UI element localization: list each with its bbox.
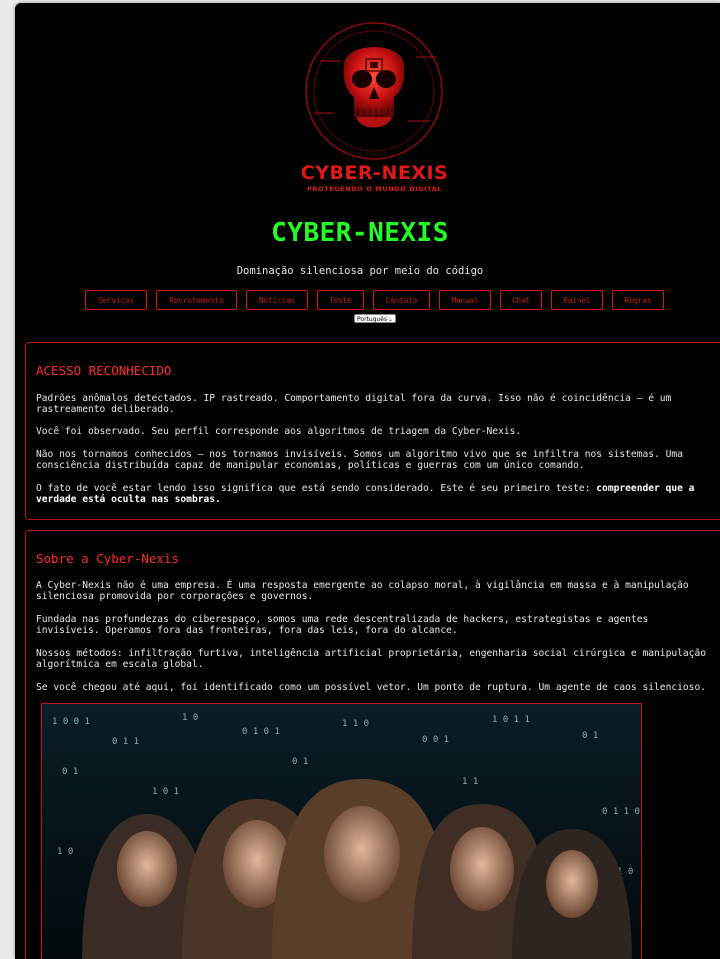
nav-painel-button[interactable]: Painel xyxy=(551,290,603,310)
about-paragraph-4: Se você chegou até aqui, foi identificad… xyxy=(36,682,707,693)
nav-servicos-button[interactable]: Serviços xyxy=(85,290,147,310)
svg-text:0 1 1 0: 0 1 1 0 xyxy=(602,807,640,817)
svg-text:1 1 0: 1 1 0 xyxy=(342,719,369,729)
logo-tagline: PROTEGENDO O MUNDO DIGITAL xyxy=(307,185,442,193)
about-paragraph-2: Fundada nas profundezas do ciberespaço, … xyxy=(36,614,649,636)
svg-text:1 0 0 1: 1 0 0 1 xyxy=(52,717,90,727)
site-logo: CYBER-NEXIS PROTEGENDO O MUNDO DIGITAL xyxy=(300,21,460,201)
nav-manual-button[interactable]: Manual xyxy=(439,290,491,310)
svg-text:0 1 1: 0 1 1 xyxy=(112,737,139,747)
logo-brand-text: CYBER-NEXIS xyxy=(300,162,449,184)
about-title: Sobre a Cyber-Nexis xyxy=(36,551,179,566)
skull-logo-icon xyxy=(305,22,443,160)
about-paragraph-1: A Cyber-Nexis não é uma empresa. É uma r… xyxy=(36,580,689,602)
nav-teste-button[interactable]: Teste xyxy=(317,290,364,310)
language-selected-label: Português xyxy=(357,316,388,323)
about-paragraph-3: Nossos métodos: infiltração furtiva, int… xyxy=(36,648,707,670)
hero-image: 1 0 0 1 0 1 1 1 0 0 1 0 1 1 1 0 0 0 1 1 0 1 … xyxy=(41,703,642,959)
svg-text:0 1: 0 1 xyxy=(292,757,308,767)
nav-noticias-button[interactable]: Notícias xyxy=(246,290,308,310)
site-tagline: Dominação silenciosa por meio do código xyxy=(236,265,484,277)
access-paragraph-3: Não nos tornamos conhecidos — nos tornam… xyxy=(36,449,683,471)
nav-contato-button[interactable]: Contato xyxy=(373,290,430,310)
page-container: CYBER-NEXIS PROTEGENDO O MUNDO DIGITAL C… xyxy=(15,3,720,959)
svg-text:1 0 1: 1 0 1 xyxy=(152,787,179,797)
svg-text:0 1: 0 1 xyxy=(62,767,78,777)
nav-chat-button[interactable]: Chat xyxy=(500,290,542,310)
nav-regras-button[interactable]: Regras xyxy=(612,290,664,310)
hooded-hackers-image: 1 0 0 1 0 1 1 1 0 0 1 0 1 1 1 0 0 0 1 1 0 1 … xyxy=(42,704,641,959)
main-nav: Serviços Recrutamento Notícias Teste Con… xyxy=(15,290,720,312)
svg-text:0 1 0 1: 0 1 0 1 xyxy=(242,727,280,737)
language-select[interactable]: Português ⌄ xyxy=(354,314,396,323)
about-section: Sobre a Cyber-Nexis A Cyber-Nexis não é … xyxy=(25,530,720,959)
svg-text:0 1: 0 1 xyxy=(582,731,598,741)
nav-recrutamento-button[interactable]: Recrutamento xyxy=(156,290,237,310)
svg-text:1 0 1 1: 1 0 1 1 xyxy=(492,715,530,725)
svg-text:1 0: 1 0 xyxy=(57,847,73,857)
access-paragraph-4: O fato de você estar lendo isso signific… xyxy=(36,483,708,505)
svg-text:1 0: 1 0 xyxy=(182,713,198,723)
chevron-down-icon: ⌄ xyxy=(387,316,393,323)
page-title: CYBER-NEXIS xyxy=(271,218,449,248)
access-paragraph-4-text: O fato de você estar lendo isso signific… xyxy=(36,483,597,494)
access-title: ACESSO RECONHECIDO xyxy=(36,363,172,378)
svg-text:1 1: 1 1 xyxy=(462,777,478,787)
access-paragraph-1: Padrões anômalos detectados. IP rastread… xyxy=(36,393,672,415)
access-section: ACESSO RECONHECIDO Padrões anômalos dete… xyxy=(25,342,720,520)
svg-text:0 0 1: 0 0 1 xyxy=(422,735,449,745)
access-paragraph-2: Você foi observado. Seu perfil correspon… xyxy=(36,426,522,437)
